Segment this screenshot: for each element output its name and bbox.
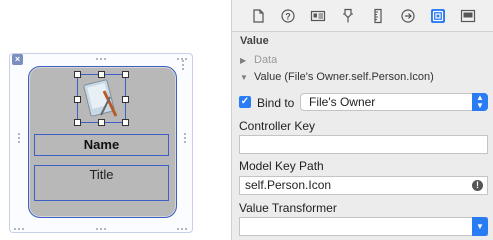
disclosure-expanded-icon[interactable]: ▼ bbox=[240, 71, 250, 85]
selection-handle[interactable] bbox=[122, 119, 129, 126]
controller-key-field[interactable] bbox=[239, 135, 488, 154]
data-disclosure-row[interactable]: ▶ Data bbox=[240, 53, 277, 67]
effects-icon[interactable] bbox=[460, 8, 476, 24]
resize-handle-bottom[interactable] bbox=[96, 228, 106, 231]
value-transformer-combo[interactable]: ▼ bbox=[239, 217, 488, 236]
file-icon[interactable] bbox=[250, 8, 266, 24]
selection-handle[interactable] bbox=[98, 71, 105, 78]
size-ruler-icon[interactable] bbox=[370, 8, 386, 24]
title-text-field[interactable]: Title bbox=[34, 165, 169, 201]
resize-handle-right[interactable] bbox=[184, 133, 187, 143]
section-title: Value bbox=[240, 35, 269, 47]
resize-handle-bottom-left[interactable] bbox=[14, 228, 24, 231]
value-disclosure-row[interactable]: ▼ Value (File's Owner.self.Person.Icon) bbox=[240, 70, 434, 84]
resize-handle-left[interactable] bbox=[18, 133, 21, 143]
model-key-path-value: self.Person.Icon bbox=[245, 178, 332, 192]
controller-key-label: Controller Key bbox=[239, 119, 316, 133]
bind-to-checkbox[interactable]: ✓ bbox=[239, 96, 251, 108]
value-transformer-label: Value Transformer bbox=[239, 201, 337, 215]
bind-to-label: Bind to bbox=[257, 96, 295, 110]
attributes-icon[interactable] bbox=[340, 8, 356, 24]
bind-to-row: ✓ Bind to bbox=[239, 94, 299, 112]
model-key-path-label: Model Key Path bbox=[239, 159, 324, 173]
name-text-field[interactable]: Name bbox=[34, 134, 169, 156]
chevron-up-down-icon: ▲ ▼ bbox=[472, 93, 488, 111]
selection-handle[interactable] bbox=[122, 71, 129, 78]
svg-text:?: ? bbox=[285, 12, 291, 22]
data-row-label: Data bbox=[254, 54, 278, 66]
identity-icon[interactable] bbox=[310, 8, 326, 24]
bindings-icon[interactable] bbox=[430, 8, 446, 24]
disclosure-collapsed-icon[interactable]: ▶ bbox=[240, 54, 250, 68]
connections-icon[interactable] bbox=[400, 8, 416, 24]
bind-to-popup[interactable]: File's Owner ▲ ▼ bbox=[300, 93, 488, 111]
selection-handle[interactable] bbox=[74, 96, 81, 103]
value-row-label: Value (File's Owner.self.Person.Icon) bbox=[254, 71, 434, 83]
image-well[interactable] bbox=[77, 74, 126, 123]
close-icon[interactable]: × bbox=[12, 54, 23, 65]
warning-icon[interactable]: ! bbox=[472, 180, 483, 191]
selection-handle[interactable] bbox=[74, 119, 81, 126]
chevron-down-icon[interactable]: ▼ bbox=[472, 217, 488, 236]
bind-to-popup-value: File's Owner bbox=[309, 95, 376, 109]
selection-handle[interactable] bbox=[98, 119, 105, 126]
model-key-path-field[interactable]: self.Person.Icon ! bbox=[239, 176, 488, 195]
help-icon[interactable]: ? bbox=[280, 8, 296, 24]
resize-handle-corner[interactable] bbox=[182, 60, 185, 70]
resize-handle-bottom-right[interactable] bbox=[177, 228, 187, 231]
selection-handle[interactable] bbox=[74, 71, 81, 78]
selection-handle[interactable] bbox=[122, 96, 129, 103]
inspector-toolbar: ? bbox=[232, 0, 493, 32]
app-icon bbox=[83, 79, 118, 117]
resize-handle-top[interactable] bbox=[96, 58, 106, 61]
interface-canvas: × Name Title bbox=[0, 0, 231, 240]
